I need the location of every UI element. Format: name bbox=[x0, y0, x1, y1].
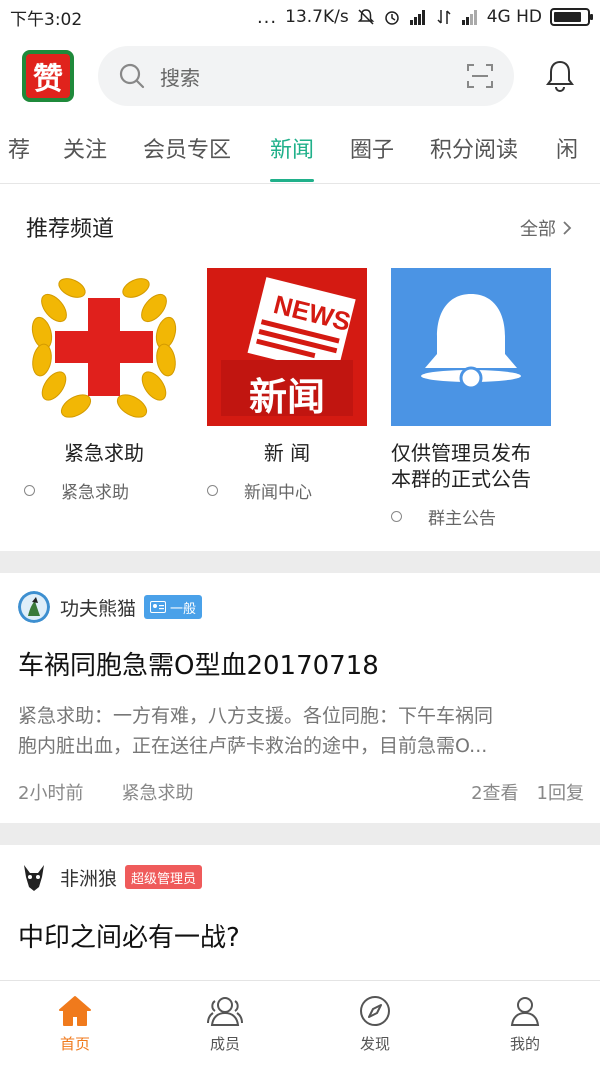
channel-name-line2: 本群的正式公告 bbox=[391, 467, 531, 491]
status-time: 下午3:02 bbox=[10, 9, 83, 30]
section-title: 推荐频道 bbox=[26, 217, 115, 242]
search-icon bbox=[119, 63, 145, 89]
post-meta: 2小时前 紧急求助 2查看 1回复 bbox=[18, 779, 584, 805]
post-author[interactable]: 功夫熊猫 一般 bbox=[18, 591, 203, 623]
badge-label: 超级管理员 bbox=[131, 871, 197, 887]
post-time: 2小时前 bbox=[18, 783, 84, 804]
nav-label: 发现 bbox=[359, 1034, 390, 1053]
bell-thumbnail bbox=[391, 268, 551, 426]
search-bar[interactable]: 搜索 bbox=[98, 46, 514, 106]
reply-count: 1回复 bbox=[536, 783, 584, 804]
status-bar: 下午3:02 ... 13.7K/s 4G HD bbox=[0, 0, 600, 34]
signal-weak-icon bbox=[461, 10, 477, 25]
tab-member-zone[interactable]: 会员专区 bbox=[143, 118, 231, 184]
nav-home[interactable]: 首页 bbox=[0, 981, 150, 1067]
tab-recommend[interactable]: 荐 bbox=[8, 118, 30, 184]
excerpt-line: 紧急求助：一方有难，八方支援。各位同胞：下午车祸同 bbox=[18, 705, 494, 727]
category-tabs: 荐 关注 会员专区 新闻 圈子 积分阅读 闲 bbox=[0, 118, 600, 184]
view-count: 2查看 bbox=[471, 783, 519, 804]
chevron-right-icon bbox=[563, 221, 572, 235]
app-header: 赞 搜索 bbox=[0, 34, 600, 118]
data-transfer-icon bbox=[437, 10, 451, 24]
home-icon bbox=[59, 995, 91, 1026]
channel-name-line1: 仅供管理员发布 bbox=[391, 441, 531, 465]
channel-sub: 新闻中心 bbox=[207, 478, 367, 503]
user-level-badge: 一般 bbox=[144, 595, 203, 619]
avatar bbox=[18, 861, 50, 893]
badge-label: 一般 bbox=[170, 601, 197, 617]
net-speed: 13.7K/s bbox=[285, 7, 349, 27]
channel-card-news[interactable]: NEWS 新闻 新 闻 新闻中心 bbox=[207, 268, 367, 503]
recommended-channels: 推荐频道 全部 紧急求助 紧急求助 NEWS 新闻 新 闻 新闻中心 仅供管理员… bbox=[0, 185, 600, 551]
section-divider bbox=[0, 551, 600, 573]
channel-sub: 群主公告 bbox=[391, 504, 551, 529]
members-icon bbox=[207, 996, 243, 1026]
scan-icon[interactable] bbox=[466, 62, 494, 90]
red-cross-emblem bbox=[24, 268, 184, 426]
status-indicators: ... 13.7K/s 4G HD bbox=[256, 6, 593, 28]
signal-icon bbox=[409, 10, 425, 25]
compass-icon bbox=[360, 995, 390, 1026]
nav-label: 成员 bbox=[209, 1034, 240, 1053]
post-stats: 2查看 1回复 bbox=[471, 779, 584, 805]
post-title[interactable]: 中印之间必有一战? bbox=[18, 917, 240, 954]
id-card-icon bbox=[150, 601, 167, 613]
tab-idle[interactable]: 闲 bbox=[556, 118, 578, 184]
post-author[interactable]: 非洲狼 超级管理员 bbox=[18, 861, 203, 893]
battery-icon bbox=[550, 8, 593, 26]
notification-button[interactable] bbox=[542, 58, 578, 94]
network-type: 4G HD bbox=[486, 7, 542, 27]
channel-card-emergency[interactable]: 紧急求助 紧急求助 bbox=[24, 268, 184, 503]
channel-card-announcements[interactable]: 仅供管理员发布 本群的正式公告 群主公告 bbox=[391, 268, 551, 529]
nav-profile[interactable]: 我的 bbox=[450, 981, 600, 1067]
bell-icon bbox=[546, 60, 574, 93]
channel-sub: 紧急求助 bbox=[24, 478, 184, 503]
bottom-navigation: 首页 成员 发现 我的 bbox=[0, 980, 600, 1067]
app-logo[interactable]: 赞 bbox=[22, 50, 74, 102]
nav-label: 我的 bbox=[509, 1034, 540, 1053]
channel-name: 仅供管理员发布 本群的正式公告 bbox=[391, 440, 551, 492]
post-card[interactable]: 非洲狼 超级管理员 中印之间必有一战? bbox=[0, 845, 600, 980]
circle-icon bbox=[24, 485, 35, 496]
channel-sub-label: 群主公告 bbox=[428, 509, 496, 529]
post-card[interactable]: 功夫熊猫 一般 车祸同胞急需O型血20170718 紧急求助：一方有难，八方支援… bbox=[0, 573, 600, 823]
all-channels-link[interactable]: 全部 bbox=[520, 215, 572, 241]
circle-icon bbox=[207, 485, 218, 496]
channel-sub-label: 紧急求助 bbox=[61, 483, 129, 503]
status-dots: ... bbox=[256, 6, 278, 28]
tab-points-reading[interactable]: 积分阅读 bbox=[430, 118, 518, 184]
search-placeholder: 搜索 bbox=[160, 65, 200, 90]
avatar bbox=[18, 591, 50, 623]
circle-icon bbox=[391, 511, 402, 522]
profile-icon bbox=[510, 996, 540, 1026]
nav-label: 首页 bbox=[59, 1034, 90, 1053]
author-name: 功夫熊猫 bbox=[60, 597, 137, 620]
nav-members[interactable]: 成员 bbox=[150, 981, 300, 1067]
post-title[interactable]: 车祸同胞急需O型血20170718 bbox=[18, 645, 379, 682]
channel-name: 新 闻 bbox=[263, 441, 311, 465]
tab-follow[interactable]: 关注 bbox=[63, 118, 107, 184]
author-name: 非洲狼 bbox=[60, 867, 118, 890]
alarm-icon bbox=[384, 11, 399, 25]
mute-icon bbox=[357, 9, 375, 25]
post-category[interactable]: 紧急求助 bbox=[121, 779, 193, 805]
channel-name: 紧急求助 bbox=[64, 441, 144, 465]
user-level-badge: 超级管理员 bbox=[125, 865, 203, 889]
channel-sub-label: 新闻中心 bbox=[244, 483, 312, 503]
tab-circles[interactable]: 圈子 bbox=[350, 118, 394, 184]
excerpt-line: 胞内脏出血，正在送往卢萨卡救治的途中，目前急需O... bbox=[18, 735, 488, 757]
all-label: 全部 bbox=[520, 219, 556, 240]
post-excerpt: 紧急求助：一方有难，八方支援。各位同胞：下午车祸同 胞内脏出血，正在送往卢萨卡救… bbox=[18, 701, 584, 761]
news-thumb-bottom-text: 新闻 bbox=[248, 374, 325, 419]
logo-mark: 赞 bbox=[26, 54, 70, 98]
nav-discover[interactable]: 发现 bbox=[300, 981, 450, 1067]
tab-news[interactable]: 新闻 bbox=[270, 118, 315, 184]
news-thumbnail: NEWS 新闻 bbox=[207, 268, 367, 426]
section-divider bbox=[0, 823, 600, 845]
